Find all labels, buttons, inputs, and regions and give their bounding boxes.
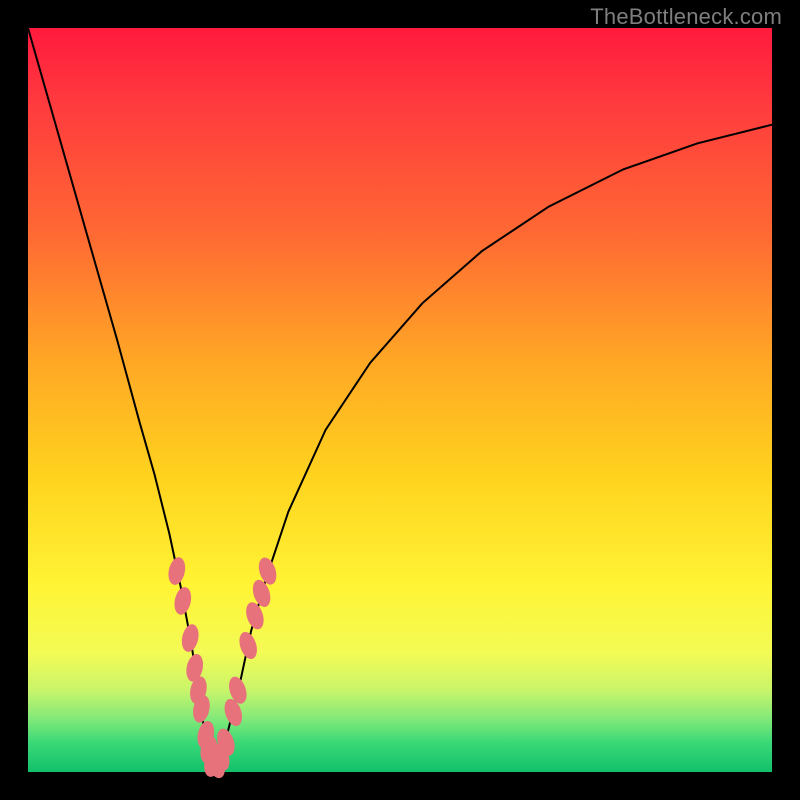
chart-plot-area	[28, 28, 772, 772]
data-bead	[166, 556, 187, 587]
beads-group	[166, 555, 279, 780]
bottleneck-curve-svg	[28, 28, 772, 772]
bottleneck-curve	[28, 28, 772, 772]
watermark-text: TheBottleneck.com	[590, 4, 782, 30]
data-bead	[172, 586, 193, 617]
data-bead	[236, 630, 260, 662]
chart-frame: TheBottleneck.com	[0, 0, 800, 800]
data-bead	[179, 623, 200, 654]
